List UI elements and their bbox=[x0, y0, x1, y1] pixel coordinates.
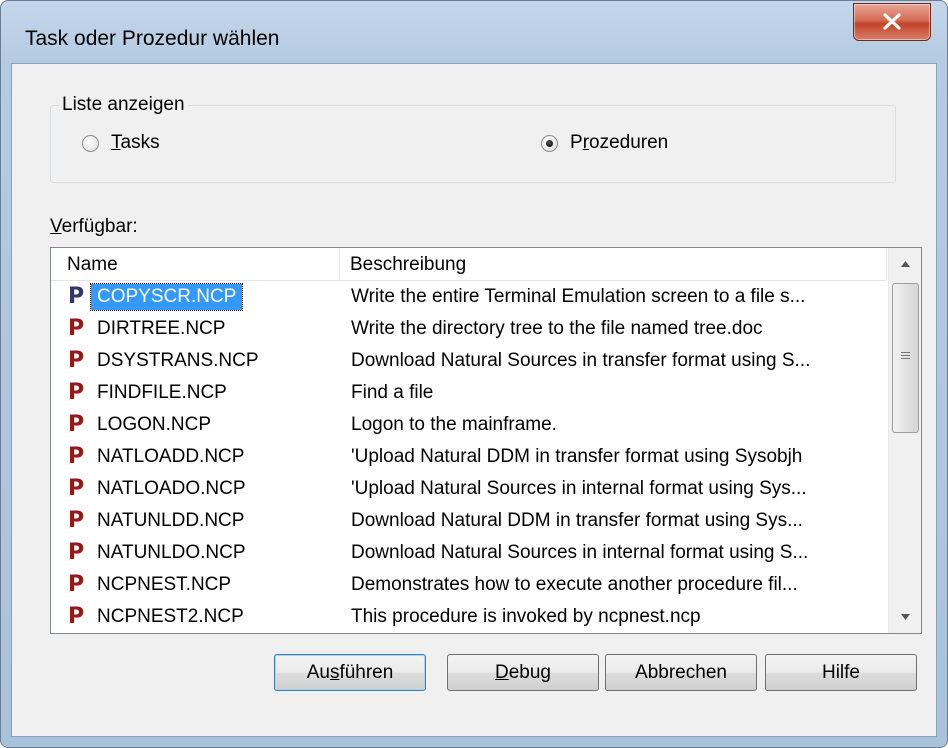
list-item-description: 'Upload Natural Sources in internal form… bbox=[351, 478, 807, 499]
procedure-list[interactable]: Name Beschreibung P COPYSCR.NCP Write the … bbox=[50, 247, 922, 634]
list-item-description: Write the directory tree to the file nam… bbox=[351, 318, 763, 339]
list-item-name: FINDFILE.NCP bbox=[97, 382, 227, 403]
column-header-description[interactable]: Beschreibung bbox=[340, 248, 887, 280]
procedure-p-icon: P bbox=[68, 540, 85, 565]
list-item-description: Download Natural DDM in transfer format … bbox=[351, 510, 803, 531]
scroll-down-button[interactable] bbox=[889, 601, 921, 633]
column-header-name[interactable]: Name bbox=[51, 248, 340, 280]
available-label: Verfügbar: bbox=[50, 216, 138, 237]
procedure-p-icon: P bbox=[68, 572, 85, 597]
window-title: Task oder Prozedur wählen bbox=[25, 27, 280, 50]
procedure-p-icon: P bbox=[68, 444, 85, 469]
list-item-name: DSYSTRANS.NCP bbox=[97, 350, 259, 371]
radio-tasks-circle[interactable] bbox=[82, 134, 99, 152]
scroll-thumb[interactable] bbox=[892, 283, 919, 433]
list-item[interactable]: P COPYSCR.NCP Write the entire Terminal Em… bbox=[51, 281, 887, 313]
close-x-icon bbox=[883, 13, 901, 30]
list-item[interactable]: P DSYSTRANS.NCP Download Natural Sources i… bbox=[51, 345, 887, 377]
list-item-name: NATLOADD.NCP bbox=[97, 446, 245, 467]
procedure-p-icon: P bbox=[68, 380, 85, 405]
list-item-description: Download Natural Sources in internal for… bbox=[351, 542, 809, 563]
dialog-client-area: Liste anzeigen Tasks Prozeduren Verfügba… bbox=[11, 63, 937, 737]
procedure-p-icon: P bbox=[68, 284, 85, 309]
list-item-name: COPYSCR.NCP bbox=[89, 283, 244, 311]
list-item[interactable]: P NATUNLDD.NCP Download Natural DDM in tra… bbox=[51, 505, 887, 537]
radio-selected-dot bbox=[546, 139, 553, 147]
list-item-description: 'Upload Natural DDM in transfer format u… bbox=[351, 446, 803, 467]
procedure-p-icon: P bbox=[68, 348, 85, 373]
help-button[interactable]: Hilfe bbox=[765, 654, 917, 691]
radio-tasks-label: Tasks bbox=[111, 132, 160, 153]
radio-procedures-label: Prozeduren bbox=[570, 132, 669, 153]
list-item[interactable]: P LOGON.NCP Logon to the mainframe. bbox=[51, 409, 887, 441]
list-item-description: Write the entire Terminal Emulation scre… bbox=[351, 286, 806, 307]
vertical-scrollbar[interactable] bbox=[888, 248, 921, 633]
list-item-name: NCPNEST.NCP bbox=[97, 574, 232, 595]
list-item-name: NATUNLDD.NCP bbox=[97, 510, 245, 531]
group-legend: Liste anzeigen bbox=[59, 94, 188, 116]
debug-button[interactable]: Debug bbox=[447, 654, 599, 691]
list-item-name: NATLOADO.NCP bbox=[97, 478, 246, 499]
list-item-description: Download Natural Sources in transfer for… bbox=[351, 350, 811, 371]
radio-procedures-circle[interactable] bbox=[541, 134, 558, 152]
run-button[interactable]: Ausführen bbox=[274, 654, 426, 691]
list-item-name: LOGON.NCP bbox=[97, 414, 212, 435]
arrow-up-icon bbox=[901, 261, 910, 267]
list-item-description: This procedure is invoked by ncpnest.ncp bbox=[351, 606, 701, 627]
cancel-button[interactable]: Abbrechen bbox=[605, 654, 757, 691]
procedure-p-icon: P bbox=[68, 508, 85, 533]
list-item[interactable]: P NCPNEST.NCP Demonstrates how to execute … bbox=[51, 569, 887, 601]
list-item-description: Find a file bbox=[351, 382, 434, 403]
display-list-group: Liste anzeigen Tasks Prozeduren bbox=[50, 94, 896, 183]
list-item[interactable]: P DIRTREE.NCP Write the directory tree to … bbox=[51, 313, 887, 345]
list-item[interactable]: P NATLOADO.NCP 'Upload Natural Sources in … bbox=[51, 473, 887, 505]
procedure-p-icon: P bbox=[68, 604, 85, 629]
list-item-name: DIRTREE.NCP bbox=[97, 318, 226, 339]
list-item-description: Demonstrates how to execute another proc… bbox=[351, 574, 798, 595]
list-item-name: NCPNEST2.NCP bbox=[97, 606, 244, 627]
procedure-p-icon: P bbox=[68, 316, 85, 341]
list-item-description: Logon to the mainframe. bbox=[351, 414, 557, 435]
radio-tasks[interactable]: Tasks bbox=[82, 132, 160, 154]
list-item-name: NATUNLDO.NCP bbox=[97, 542, 246, 563]
radio-procedures[interactable]: Prozeduren bbox=[541, 132, 668, 154]
list-item[interactable]: P FINDFILE.NCP Find a file bbox=[51, 377, 887, 409]
close-button[interactable] bbox=[853, 3, 931, 41]
list-item[interactable]: P NCPNEST2.NCP This procedure is invoked b… bbox=[51, 601, 887, 633]
list-item[interactable]: P NATUNLDO.NCP Download Natural Sources in… bbox=[51, 537, 887, 569]
list-header: Name Beschreibung bbox=[51, 248, 887, 281]
scroll-up-button[interactable] bbox=[889, 248, 921, 280]
procedure-p-icon: P bbox=[68, 412, 85, 437]
list-item[interactable]: P NATLOADD.NCP 'Upload Natural DDM in tran… bbox=[51, 441, 887, 473]
procedure-p-icon: P bbox=[68, 476, 85, 501]
grip-icon bbox=[901, 352, 910, 353]
list-rows: P COPYSCR.NCP Write the entire Terminal Em… bbox=[51, 281, 887, 633]
dialog-window: Task oder Prozedur wählen Liste anzeigen… bbox=[0, 0, 948, 748]
arrow-down-icon bbox=[901, 614, 910, 620]
